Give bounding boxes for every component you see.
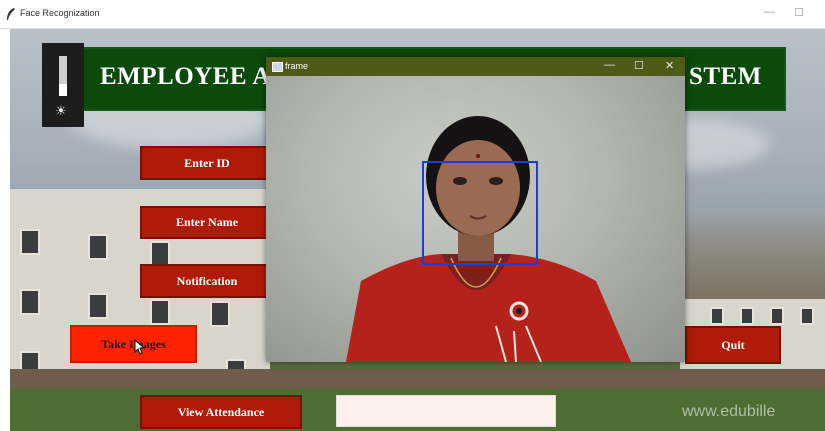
brightness-slider-fill <box>59 84 67 96</box>
enter-id-button[interactable]: Enter ID <box>140 146 274 180</box>
frame-window[interactable]: frame — ☐ ✕ <box>266 57 685 362</box>
feather-icon <box>7 8 15 20</box>
mouse-cursor-icon <box>134 339 146 355</box>
banner-title-right: STEM <box>689 63 762 90</box>
notification-button[interactable]: Notification <box>140 264 274 298</box>
face-detection-box <box>422 161 538 265</box>
minimize-icon[interactable]: — <box>764 6 775 18</box>
frame-title-bar[interactable]: frame — ☐ ✕ <box>266 57 685 76</box>
view-attendance-button[interactable]: View Attendance <box>140 395 302 429</box>
frame-close-icon[interactable]: ✕ <box>665 59 674 72</box>
banner-title-left: EMPLOYEE A <box>100 63 271 90</box>
enter-name-button[interactable]: Enter Name <box>140 206 274 239</box>
frame-minimize-icon[interactable]: — <box>604 59 615 71</box>
input-field[interactable] <box>336 395 556 427</box>
sun-icon: ☀ <box>55 103 67 118</box>
window-title: Face Recognization <box>20 8 100 18</box>
camera-feed <box>266 76 685 362</box>
frame-title: frame <box>285 61 309 71</box>
frame-maximize-icon[interactable]: ☐ <box>634 59 644 72</box>
frame-app-icon <box>272 62 283 72</box>
maximize-icon[interactable]: ☐ <box>794 6 804 19</box>
brightness-overlay[interactable]: ☀ <box>42 43 84 127</box>
quit-button[interactable]: Quit <box>685 326 781 364</box>
title-bar: Face Recognization — ☐ <box>0 0 825 29</box>
watermark: www.edubille <box>682 403 776 420</box>
